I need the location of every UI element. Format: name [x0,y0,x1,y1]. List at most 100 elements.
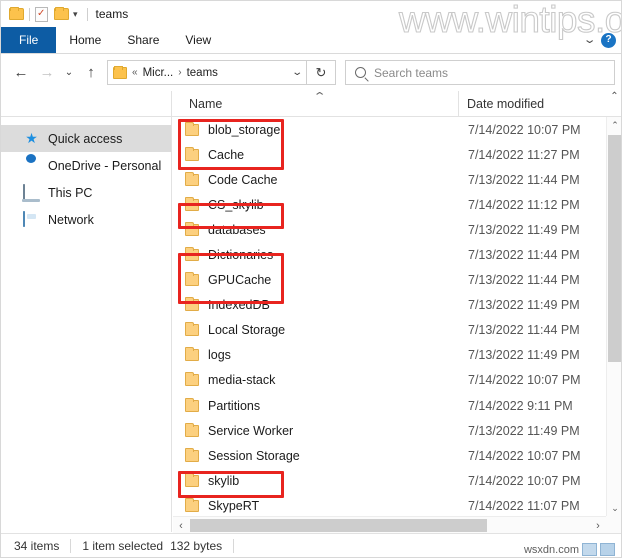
file-name-cell[interactable]: SkypeRT [173,497,460,513]
sidebar-item-label: This PC [48,185,93,200]
table-row[interactable]: SkypeRT 7/14/2022 11:07 PM [173,493,606,516]
folder-icon [185,247,199,262]
file-name-cell[interactable]: GPUCache [173,272,460,288]
vertical-scroll-thumb[interactable] [608,135,621,362]
folder-icon [185,372,199,387]
file-name-cell[interactable]: media-stack [173,372,460,388]
chevron-up-icon[interactable]: ⌄ [582,34,596,46]
file-explorer-window: ▾ teams File Home Share View ⌄ ? ← → ⌄ ↑… [0,0,622,558]
horizontal-scroll-thumb[interactable] [190,519,487,532]
tab-view[interactable]: View [172,27,224,53]
file-name-label: skylib [208,473,240,488]
folder-icon [185,347,199,362]
table-row[interactable]: skylib 7/14/2022 10:07 PM [173,468,606,493]
back-button[interactable]: ← [8,60,34,86]
file-date-modified: 7/14/2022 10:07 PM [468,448,581,463]
vertical-scrollbar[interactable]: ⌃ ⌄ [606,117,621,516]
file-name-cell[interactable]: Session Storage [173,447,460,463]
search-input[interactable]: Search teams [374,66,448,80]
watermark-square-icon-2 [600,543,615,556]
title-divider [86,7,88,21]
file-name-label: GPUCache [208,273,272,288]
watermark-square-icon [582,543,597,556]
table-row[interactable]: Cache 7/14/2022 11:27 PM [173,142,606,167]
table-row[interactable]: Dictionaries 7/13/2022 11:44 PM [173,242,606,267]
breadcrumb-item-current[interactable]: teams [187,67,218,79]
table-row[interactable]: media-stack 7/14/2022 10:07 PM [173,368,606,393]
file-name-cell[interactable]: Cache [173,146,460,162]
recent-locations-button[interactable]: ⌄ [60,60,78,86]
file-name-label: media-stack [208,373,276,388]
file-name-cell[interactable]: databases [173,221,460,237]
scroll-up-icon[interactable]: ⌃ [607,117,621,133]
table-row[interactable]: GPUCache 7/13/2022 11:44 PM [173,268,606,293]
sidebar-item-network[interactable]: Network [1,206,171,233]
file-name-cell[interactable]: Local Storage [173,322,460,338]
file-date-modified: 7/14/2022 11:27 PM [468,147,580,162]
file-name-cell[interactable]: Partitions [173,397,460,413]
refresh-button[interactable]: ↻ [307,60,336,85]
chevron-down-icon[interactable]: ⌄ [291,67,303,78]
qat-folder-icon[interactable] [9,6,24,21]
help-icon[interactable]: ? [601,32,616,48]
folder-icon [185,221,199,236]
file-name-label: Local Storage [208,323,286,338]
forward-button[interactable]: → [34,60,60,86]
tab-home[interactable]: Home [56,27,114,53]
window-title: teams [95,7,129,21]
table-row[interactable]: IndexedDB 7/13/2022 11:49 PM [173,293,606,318]
table-row[interactable]: databases 7/13/2022 11:49 PM [173,217,606,242]
folder-icon [185,146,199,161]
up-button[interactable]: ↑ [78,60,104,86]
watermark-bottom-label: wsxdn.com [523,543,579,556]
file-name-cell[interactable]: IndexedDB [173,297,460,312]
scroll-right-icon[interactable]: › [590,517,606,534]
tab-file[interactable]: File [1,27,57,53]
table-row[interactable]: Session Storage 7/14/2022 10:07 PM [173,443,606,468]
table-row[interactable]: Partitions 7/14/2022 9:11 PM [173,393,606,418]
column-header-name[interactable]: ⌃ Name [172,90,459,117]
breadcrumb-overflow[interactable]: « [132,67,138,78]
column-options-icon[interactable]: ⌃ [606,91,621,117]
qat-divider [29,7,30,21]
column-header-date-label: Date modified [467,96,545,111]
file-list[interactable]: blob_storage 7/14/2022 10:07 PM Cache 7/14/… [173,117,606,516]
file-name-cell[interactable]: logs [173,347,460,362]
file-name-cell[interactable]: Code Cache [173,171,460,187]
folder-icon [185,447,199,462]
sidebar-item-quick-access[interactable]: ★ Quick access [1,125,171,152]
table-row[interactable]: Code Cache 7/13/2022 11:44 PM [173,167,606,192]
file-date-modified: 7/13/2022 11:44 PM [468,248,580,263]
new-folder-icon[interactable] [54,6,69,21]
search-box[interactable]: Search teams [345,60,615,85]
tab-share[interactable]: Share [114,27,172,53]
table-row[interactable]: blob_storage 7/14/2022 10:07 PM [173,117,606,142]
folder-icon [185,171,199,186]
file-name-cell[interactable]: skylib [173,472,460,488]
table-row[interactable]: logs 7/13/2022 11:49 PM [173,343,606,368]
sort-ascending-icon: ⌃ [312,90,327,103]
scroll-down-icon[interactable]: ⌄ [607,500,621,516]
file-name-cell[interactable]: blob_storage [173,121,460,137]
horizontal-scrollbar[interactable]: ‹ › [173,516,606,533]
file-name-label: Partitions [208,398,261,413]
column-header-date-modified[interactable]: Date modified [459,91,606,117]
status-divider [70,539,72,553]
column-header-row: ⌃ Name Date modified ⌃ [1,90,621,117]
sidebar-item-onedrive[interactable]: OneDrive - Personal [1,152,171,179]
sidebar-item-label: Network [48,212,94,227]
file-name-cell[interactable]: Service Worker [173,422,460,438]
customize-dropdown-icon[interactable]: ▾ [73,9,78,19]
table-row[interactable]: Local Storage 7/13/2022 11:44 PM [173,318,606,343]
properties-icon[interactable] [35,6,48,22]
scroll-left-icon[interactable]: ‹ [173,517,189,534]
table-row[interactable]: CS_skylib 7/14/2022 11:12 PM [173,192,606,217]
file-name-label: Cache [208,147,245,162]
file-name-cell[interactable]: Dictionaries [173,247,460,262]
file-name-cell[interactable]: CS_skylib [173,196,460,212]
address-bar[interactable]: « Micr... › teams ⌄ [107,60,307,85]
folder-icon [185,297,199,312]
breadcrumb-item-parent[interactable]: Micr... [143,67,174,79]
sidebar-item-this-pc[interactable]: This PC [1,179,171,206]
table-row[interactable]: Service Worker 7/13/2022 11:49 PM [173,418,606,443]
